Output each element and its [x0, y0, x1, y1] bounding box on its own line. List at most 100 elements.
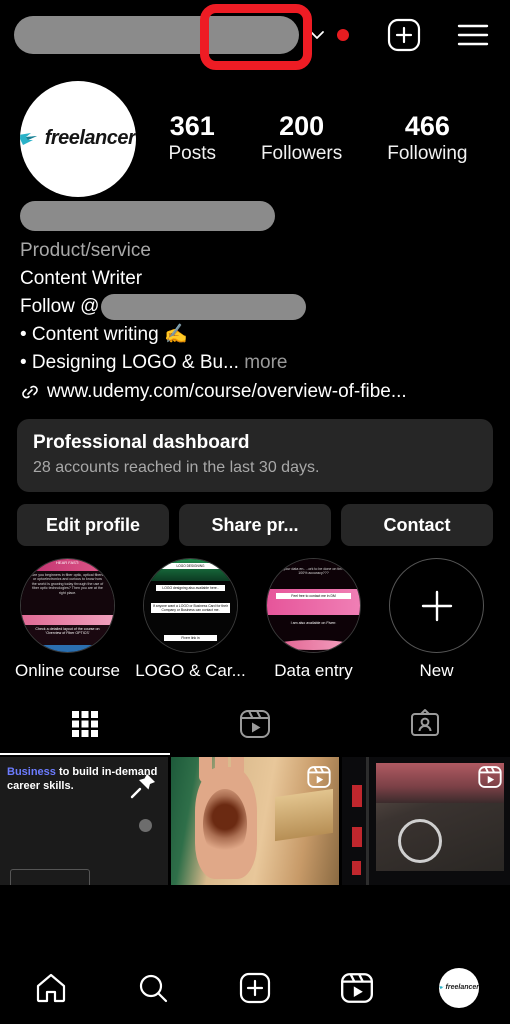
bio-follow-row: Follow @ [20, 293, 490, 321]
post-text-highlight: Business [7, 766, 56, 778]
stat-label: Followers [260, 142, 343, 164]
active-tab-underline [0, 753, 170, 755]
bottom-navigation: freelancer [0, 950, 510, 1024]
reels-icon [306, 764, 332, 795]
reels-icon [477, 764, 503, 795]
link-icon [22, 385, 38, 399]
hummingbird-icon [20, 132, 37, 145]
highlight-thumbnail: HEAR FAST: Are you beginners in fiber op… [20, 558, 115, 653]
nav-create[interactable] [220, 962, 290, 1014]
grid-icon [72, 711, 98, 737]
stat-value: 200 [279, 111, 325, 142]
tab-tagged[interactable] [340, 693, 510, 755]
instagram-profile-screen: freelancer 361 Posts 200 Followers 466 F… [0, 0, 510, 1024]
highlight-thumb-art: LOGO DESIGNING LOGO designing also avail… [144, 559, 237, 652]
highlight-thumbnail: LOGO DESIGNING LOGO designing also avail… [143, 558, 238, 653]
professional-dashboard-card[interactable]: Professional dashboard 28 accounts reach… [17, 419, 493, 492]
top-bar [0, 0, 510, 70]
bio-link-row[interactable]: www.udemy.com/course/overview-of-fibe... [20, 377, 490, 407]
story-highlights: HEAR FAST: Are you beginners in fiber op… [0, 546, 510, 681]
bio-link-text: www.udemy.com/course/overview-of-fibe... [47, 381, 407, 402]
bio-line-2: • Designing LOGO & Bu... [20, 352, 239, 373]
dashboard-title: Professional dashboard [33, 432, 250, 453]
home-icon [36, 973, 66, 1002]
thumb-line: Fiverr link in [164, 635, 217, 642]
nav-home[interactable] [16, 962, 86, 1014]
nav-profile[interactable]: freelancer [424, 962, 494, 1014]
profile-action-buttons: Edit profile Share pr... Contact [0, 492, 510, 546]
nav-reels[interactable] [322, 962, 392, 1014]
nav-search[interactable] [118, 962, 188, 1014]
thumb-line: ..ant your data en.. ..ork to be done on… [275, 567, 352, 576]
stat-value: 361 [169, 111, 215, 142]
tagged-person-icon [411, 709, 439, 736]
thumb-line: Check a detailed layout of the course on… [35, 627, 100, 636]
profile-stats: 361 Posts 200 Followers 466 Following [146, 112, 490, 164]
profile-tabs [0, 693, 510, 755]
profile-avatar[interactable]: freelancer [20, 80, 136, 197]
plus-icon [421, 590, 452, 621]
reels-icon [341, 972, 373, 1003]
bio-more-button[interactable]: more [244, 352, 287, 373]
highlight-logo-card[interactable]: LOGO DESIGNING LOGO designing also avail… [131, 558, 250, 681]
freelancer-logo: freelancer [20, 127, 136, 150]
plus-square-icon[interactable] [386, 17, 422, 53]
edit-profile-button[interactable]: Edit profile [17, 504, 169, 546]
stat-label: Posts [168, 142, 216, 164]
tab-reels[interactable] [170, 693, 340, 755]
post-dot-decoration [139, 819, 152, 832]
reels-icon [240, 710, 270, 738]
thumb-line: I am also available on Fiverr. [290, 621, 337, 625]
top-bar-actions [386, 17, 496, 53]
notification-dot [337, 29, 349, 41]
hamburger-menu-icon[interactable] [456, 22, 490, 48]
post-cell-reel-street[interactable] [342, 757, 510, 885]
highlight-new[interactable]: New [377, 558, 496, 681]
thumb-line: If anyone want a LOGO or Business Card f… [151, 603, 230, 614]
stat-value: 466 [404, 111, 450, 142]
avatar: freelancer [439, 967, 479, 1008]
stat-label: Following [387, 142, 468, 164]
highlight-thumb-art: HEAR FAST: Are you beginners in fiber op… [21, 559, 114, 652]
highlight-online-course[interactable]: HEAR FAST: Are you beginners in fiber op… [8, 558, 127, 681]
post-cell-pinned[interactable]: Business to build in-demand career skill… [0, 757, 168, 885]
display-name-redacted [20, 201, 275, 231]
stat-followers[interactable]: 200 Followers [261, 112, 342, 164]
chevron-down-icon[interactable] [305, 25, 329, 45]
thumb-line: Feel free to contact me in DM [276, 593, 351, 600]
tab-grid[interactable] [0, 693, 170, 755]
highlight-thumb-art: ..ant your data en.. ..ork to be done on… [267, 559, 360, 652]
handle-redacted [101, 294, 307, 320]
stat-posts[interactable]: 361 Posts [168, 112, 216, 164]
bio-follow-prefix: Follow @ [20, 296, 100, 317]
username-redacted[interactable] [14, 16, 299, 54]
highlight-label: New [419, 661, 454, 680]
plus-square-icon [239, 972, 271, 1003]
contact-button[interactable]: Contact [341, 504, 493, 546]
thumb-line: LOGO designing also available here.. [156, 585, 225, 592]
post-button-decoration [10, 869, 90, 885]
stat-following[interactable]: 466 Following [387, 112, 467, 164]
profile-category: Product/service [20, 240, 151, 261]
bio-line-1: • Content writing ✍️ [20, 324, 188, 345]
profile-header: freelancer 361 Posts 200 Followers 466 F… [0, 70, 510, 197]
post-art-hand [195, 757, 257, 879]
thumb-line: HEAR FAST: [56, 560, 79, 565]
highlight-label: Online course [15, 661, 120, 680]
highlight-label: LOGO & Car... [135, 661, 246, 680]
highlight-data-entry[interactable]: ..ant your data en.. ..ork to be done on… [254, 558, 373, 681]
share-profile-button[interactable]: Share pr... [179, 504, 331, 546]
highlight-thumbnail: ..ant your data en.. ..ork to be done on… [266, 558, 361, 653]
logo-text: freelancer [445, 984, 479, 991]
profile-bio: Product/service Content Writer Follow @ … [0, 195, 510, 407]
bio-title: Content Writer [20, 268, 143, 289]
highlight-label: Data entry [274, 661, 353, 680]
pushpin-icon [128, 771, 158, 806]
thumb-line: LOGO DESIGNING [160, 563, 221, 570]
dashboard-subtitle: 28 accounts reached in the last 30 days. [33, 459, 320, 476]
post-cell-reel-henna[interactable] [171, 757, 339, 885]
post-art-prop [275, 788, 333, 842]
post-grid: Business to build in-demand career skill… [0, 757, 510, 885]
logo-text: freelancer [44, 127, 136, 149]
new-highlight-circle[interactable] [389, 558, 484, 653]
